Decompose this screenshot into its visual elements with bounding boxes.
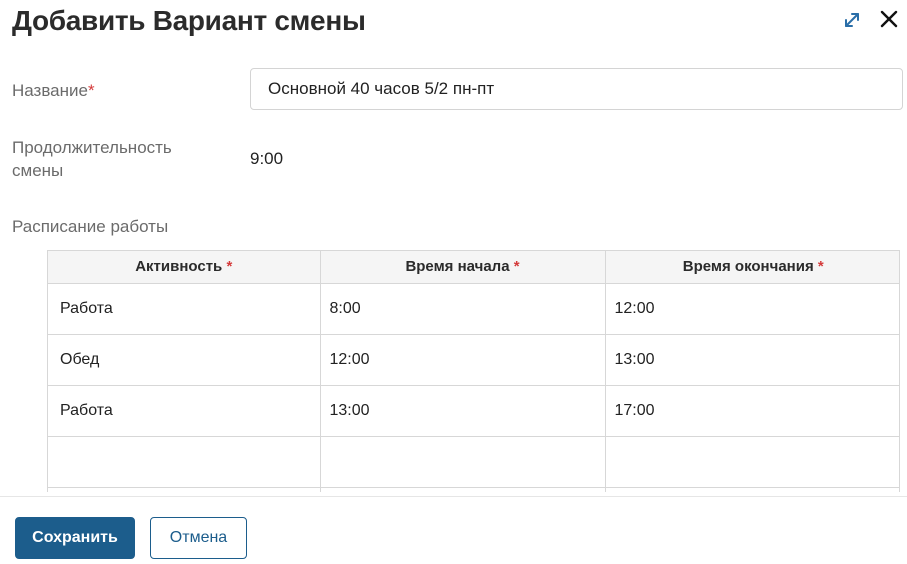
table-row: Обед 12:00 13:00: [48, 334, 899, 386]
table-row-empty: [48, 487, 899, 492]
activity-cell[interactable]: [48, 436, 321, 488]
header-end-time: Время окончания *: [605, 251, 899, 284]
name-label-text: Название: [12, 81, 88, 100]
duration-value: 9:00: [250, 149, 284, 168]
name-input[interactable]: [250, 68, 903, 110]
save-button[interactable]: Сохранить: [15, 517, 135, 559]
start-time-cell[interactable]: 12:00: [320, 334, 606, 386]
end-time-cell[interactable]: 13:00: [605, 334, 899, 386]
table-row: Работа 13:00 17:00: [48, 385, 899, 437]
activity-cell[interactable]: Работа: [48, 283, 321, 335]
end-time-cell[interactable]: [605, 436, 899, 488]
close-icon: [880, 10, 898, 28]
header-start-time: Время начала *: [320, 251, 606, 284]
end-time-cell[interactable]: [605, 487, 899, 492]
expand-button[interactable]: [839, 7, 865, 33]
dialog-title: Добавить Вариант смены: [12, 5, 366, 36]
close-button[interactable]: [876, 6, 902, 32]
duration-label: Продолжительность смены: [12, 138, 172, 180]
header-activity: Активность *: [48, 251, 321, 284]
footer-divider: [0, 496, 907, 497]
start-time-cell[interactable]: [320, 436, 606, 488]
activity-cell[interactable]: Работа: [48, 385, 321, 437]
end-time-cell[interactable]: 17:00: [605, 385, 899, 437]
expand-icon: [845, 13, 859, 27]
cancel-button[interactable]: Отмена: [150, 517, 247, 559]
schedule-table: Активность * Время начала * Время оконча…: [47, 250, 900, 492]
activity-cell[interactable]: [48, 487, 321, 492]
activity-cell[interactable]: Обед: [48, 334, 321, 386]
end-time-cell[interactable]: 12:00: [605, 283, 899, 335]
schedule-label: Расписание работы: [12, 217, 169, 236]
start-time-cell[interactable]: [320, 487, 606, 492]
table-header-row: Активность * Время начала * Время оконча…: [48, 251, 899, 284]
start-time-cell[interactable]: 8:00: [320, 283, 606, 335]
required-asterisk: *: [87, 81, 95, 100]
start-time-cell[interactable]: 13:00: [320, 385, 606, 437]
table-row-empty: [48, 436, 899, 488]
table-row: Работа 8:00 12:00: [48, 283, 899, 335]
add-shift-variant-dialog: Добавить Вариант смены Название* Продолж…: [0, 0, 907, 564]
name-label: Название*: [12, 79, 95, 102]
